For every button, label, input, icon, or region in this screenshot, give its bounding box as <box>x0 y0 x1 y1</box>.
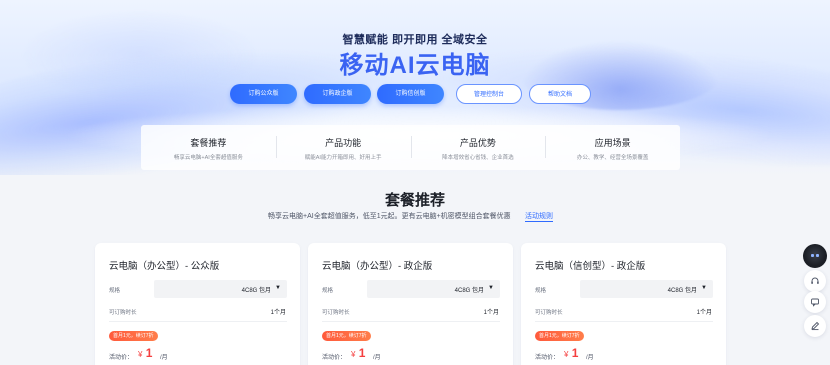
price-label: 活动价： <box>109 355 134 361</box>
chat-message-icon[interactable] <box>804 291 826 313</box>
promo-badge: 首月1元，续订7折 <box>109 331 158 341</box>
order-enterprise-button[interactable]: 订购政企版 <box>304 84 371 104</box>
promo-badge: 首月1元，续订7折 <box>322 331 371 341</box>
divider <box>535 321 713 322</box>
spec-label: 规格 <box>109 288 121 294</box>
spec-label: 规格 <box>322 288 334 294</box>
order-xinchuang-button[interactable]: 订购信创版 <box>377 84 444 104</box>
spec-label: 规格 <box>535 288 547 294</box>
caret-down-icon: ▼ <box>701 285 707 291</box>
price-unit: /月 <box>373 355 381 361</box>
price-label: 活动价： <box>535 355 560 361</box>
tab-title: 应用场景 <box>594 138 631 148</box>
tab-desc: 降本增效省心省钱、企业首选 <box>442 155 514 161</box>
duration-label: 可订购时长 <box>322 310 350 316</box>
spec-select[interactable]: 4C8G 包月 ▼ <box>580 280 713 298</box>
caret-down-icon: ▼ <box>488 285 494 291</box>
card-title: 云电脑（办公型）- 公众版 <box>109 261 220 272</box>
package-card: 云电脑（办公型）- 公众版 规格 4C8G 包月 ▼ 可订购时长 1个月 首月1… <box>95 243 300 365</box>
section-desc: 畅享云电脑+AI全套超值服务，低至1元起。更有云电脑+机密模型组合套餐优惠 <box>268 213 511 220</box>
duration-value: 1个月 <box>696 310 712 316</box>
section-title: 套餐推荐 <box>384 192 445 209</box>
spec-value: 4C8G 包月 <box>241 288 271 294</box>
duration-value: 1个月 <box>483 310 499 316</box>
card-title: 云电脑（信创型）- 政企版 <box>535 261 646 272</box>
promo-badge: 首月1元，续订7折 <box>535 331 584 341</box>
tab-features[interactable]: 产品功能 赋能AI能力开箱即用、好用上手 <box>275 125 411 170</box>
caret-down-icon: ▼ <box>275 285 281 291</box>
tab-desc: 畅享云电脑+AI全套超值服务 <box>173 155 243 161</box>
package-card: 云电脑（信创型）- 政企版 规格 4C8G 包月 ▼ 可订购时长 1个月 首月1… <box>521 243 726 365</box>
card-title: 云电脑（办公型）- 政企版 <box>322 261 433 272</box>
tab-scenarios[interactable]: 应用场景 办公、教学、经营全场景覆盖 <box>545 125 680 170</box>
duration-value: 1个月 <box>270 310 286 316</box>
anchor-tabs: 套餐推荐 畅享云电脑+AI全套超值服务 产品功能 赋能AI能力开箱即用、好用上手… <box>141 125 680 170</box>
divider <box>322 321 500 322</box>
activity-rules-link[interactable]: 活动规则 <box>525 211 553 222</box>
tab-packages[interactable]: 套餐推荐 畅享云电脑+AI全套超值服务 <box>141 125 276 170</box>
duration-label: 可订购时长 <box>535 310 563 316</box>
ai-assistant-robot-icon[interactable] <box>803 244 827 268</box>
tab-desc: 办公、教学、经营全场景覆盖 <box>576 155 649 161</box>
duration-label: 可订购时长 <box>109 310 137 316</box>
tab-title: 产品优势 <box>459 138 496 148</box>
hero-title: 移动AI云电脑 <box>339 52 491 79</box>
tab-title: 套餐推荐 <box>190 138 227 148</box>
tab-desc: 赋能AI能力开箱即用、好用上手 <box>304 155 382 161</box>
spec-select[interactable]: 4C8G 包月 ▼ <box>154 280 287 298</box>
price: ¥ 1 <box>351 346 366 360</box>
customer-service-headset-icon[interactable] <box>804 270 826 292</box>
help-docs-button[interactable]: 帮助文档 <box>529 84 591 104</box>
spec-value: 4C8G 包月 <box>667 288 697 294</box>
price: ¥ 1 <box>138 346 153 360</box>
package-card: 云电脑（办公型）- 政企版 规格 4C8G 包月 ▼ 可订购时长 1个月 首月1… <box>308 243 513 365</box>
price: ¥ 1 <box>564 346 579 360</box>
price-unit: /月 <box>160 355 168 361</box>
tab-title: 产品功能 <box>325 138 362 148</box>
tab-advantages[interactable]: 产品优势 降本增效省心省钱、企业首选 <box>410 125 546 170</box>
divider <box>109 321 287 322</box>
price-label: 活动价： <box>322 355 347 361</box>
spec-value: 4C8G 包月 <box>454 288 484 294</box>
price-unit: /月 <box>586 355 594 361</box>
feedback-edit-icon[interactable] <box>804 315 826 337</box>
order-public-button[interactable]: 订购公众版 <box>230 84 297 104</box>
spec-select[interactable]: 4C8G 包月 ▼ <box>367 280 500 298</box>
console-button[interactable]: 管理控制台 <box>456 84 522 104</box>
